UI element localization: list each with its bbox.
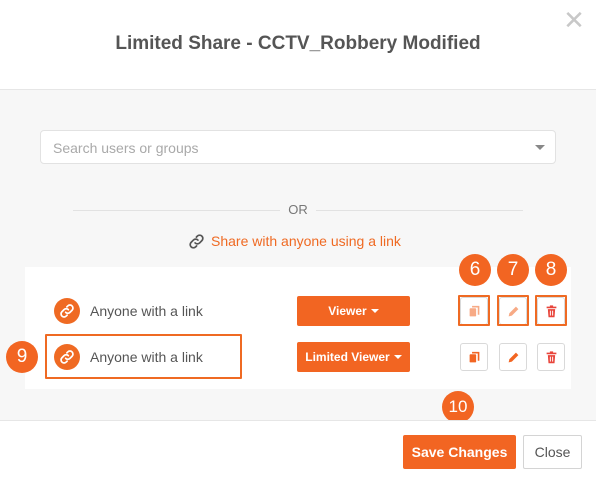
link-icon [189, 233, 204, 249]
close-button[interactable]: Close [523, 435, 582, 469]
chevron-down-icon[interactable] [535, 145, 545, 150]
share-with-link-button[interactable]: Share with anyone using a link [188, 232, 401, 250]
dialog-header: Limited Share - CCTV_Robbery Modified ✕ [0, 0, 596, 90]
callout-badge: 8 [535, 254, 567, 286]
role-label: Viewer [328, 304, 367, 318]
share-dialog: Limited Share - CCTV_Robbery Modified ✕ … [0, 0, 596, 486]
search-select[interactable] [40, 130, 556, 165]
highlight-edit [497, 295, 529, 326]
copy-icon [469, 351, 479, 362]
or-label: OR [288, 202, 308, 217]
search-input[interactable] [51, 131, 525, 165]
role-dropdown[interactable]: Viewer [297, 296, 410, 326]
delete-button[interactable] [537, 343, 565, 371]
callout-badge: 9 [6, 341, 38, 373]
callout-badge: 10 [442, 391, 474, 423]
highlight-link-row [45, 334, 242, 379]
copy-button[interactable] [460, 343, 488, 371]
close-icon[interactable]: ✕ [560, 6, 588, 34]
edit-button[interactable] [499, 343, 527, 371]
highlight-delete [535, 295, 567, 326]
pencil-icon [508, 352, 518, 362]
role-label: Limited Viewer [305, 350, 390, 364]
divider-right [316, 210, 523, 211]
role-dropdown[interactable]: Limited Viewer [297, 342, 410, 372]
callout-badge: 6 [459, 254, 491, 286]
share-row-label: Anyone with a link [90, 303, 203, 319]
divider-left [73, 210, 280, 211]
link-icon [54, 298, 80, 324]
dialog-title: Limited Share - CCTV_Robbery Modified [115, 33, 481, 54]
trash-icon [546, 350, 556, 363]
share-link-label: Share with anyone using a link [211, 233, 401, 249]
save-changes-button[interactable]: Save Changes [403, 435, 516, 469]
highlight-copy [458, 295, 490, 326]
caret-down-icon [370, 309, 379, 313]
caret-down-icon [393, 355, 402, 359]
callout-badge: 7 [497, 254, 529, 286]
